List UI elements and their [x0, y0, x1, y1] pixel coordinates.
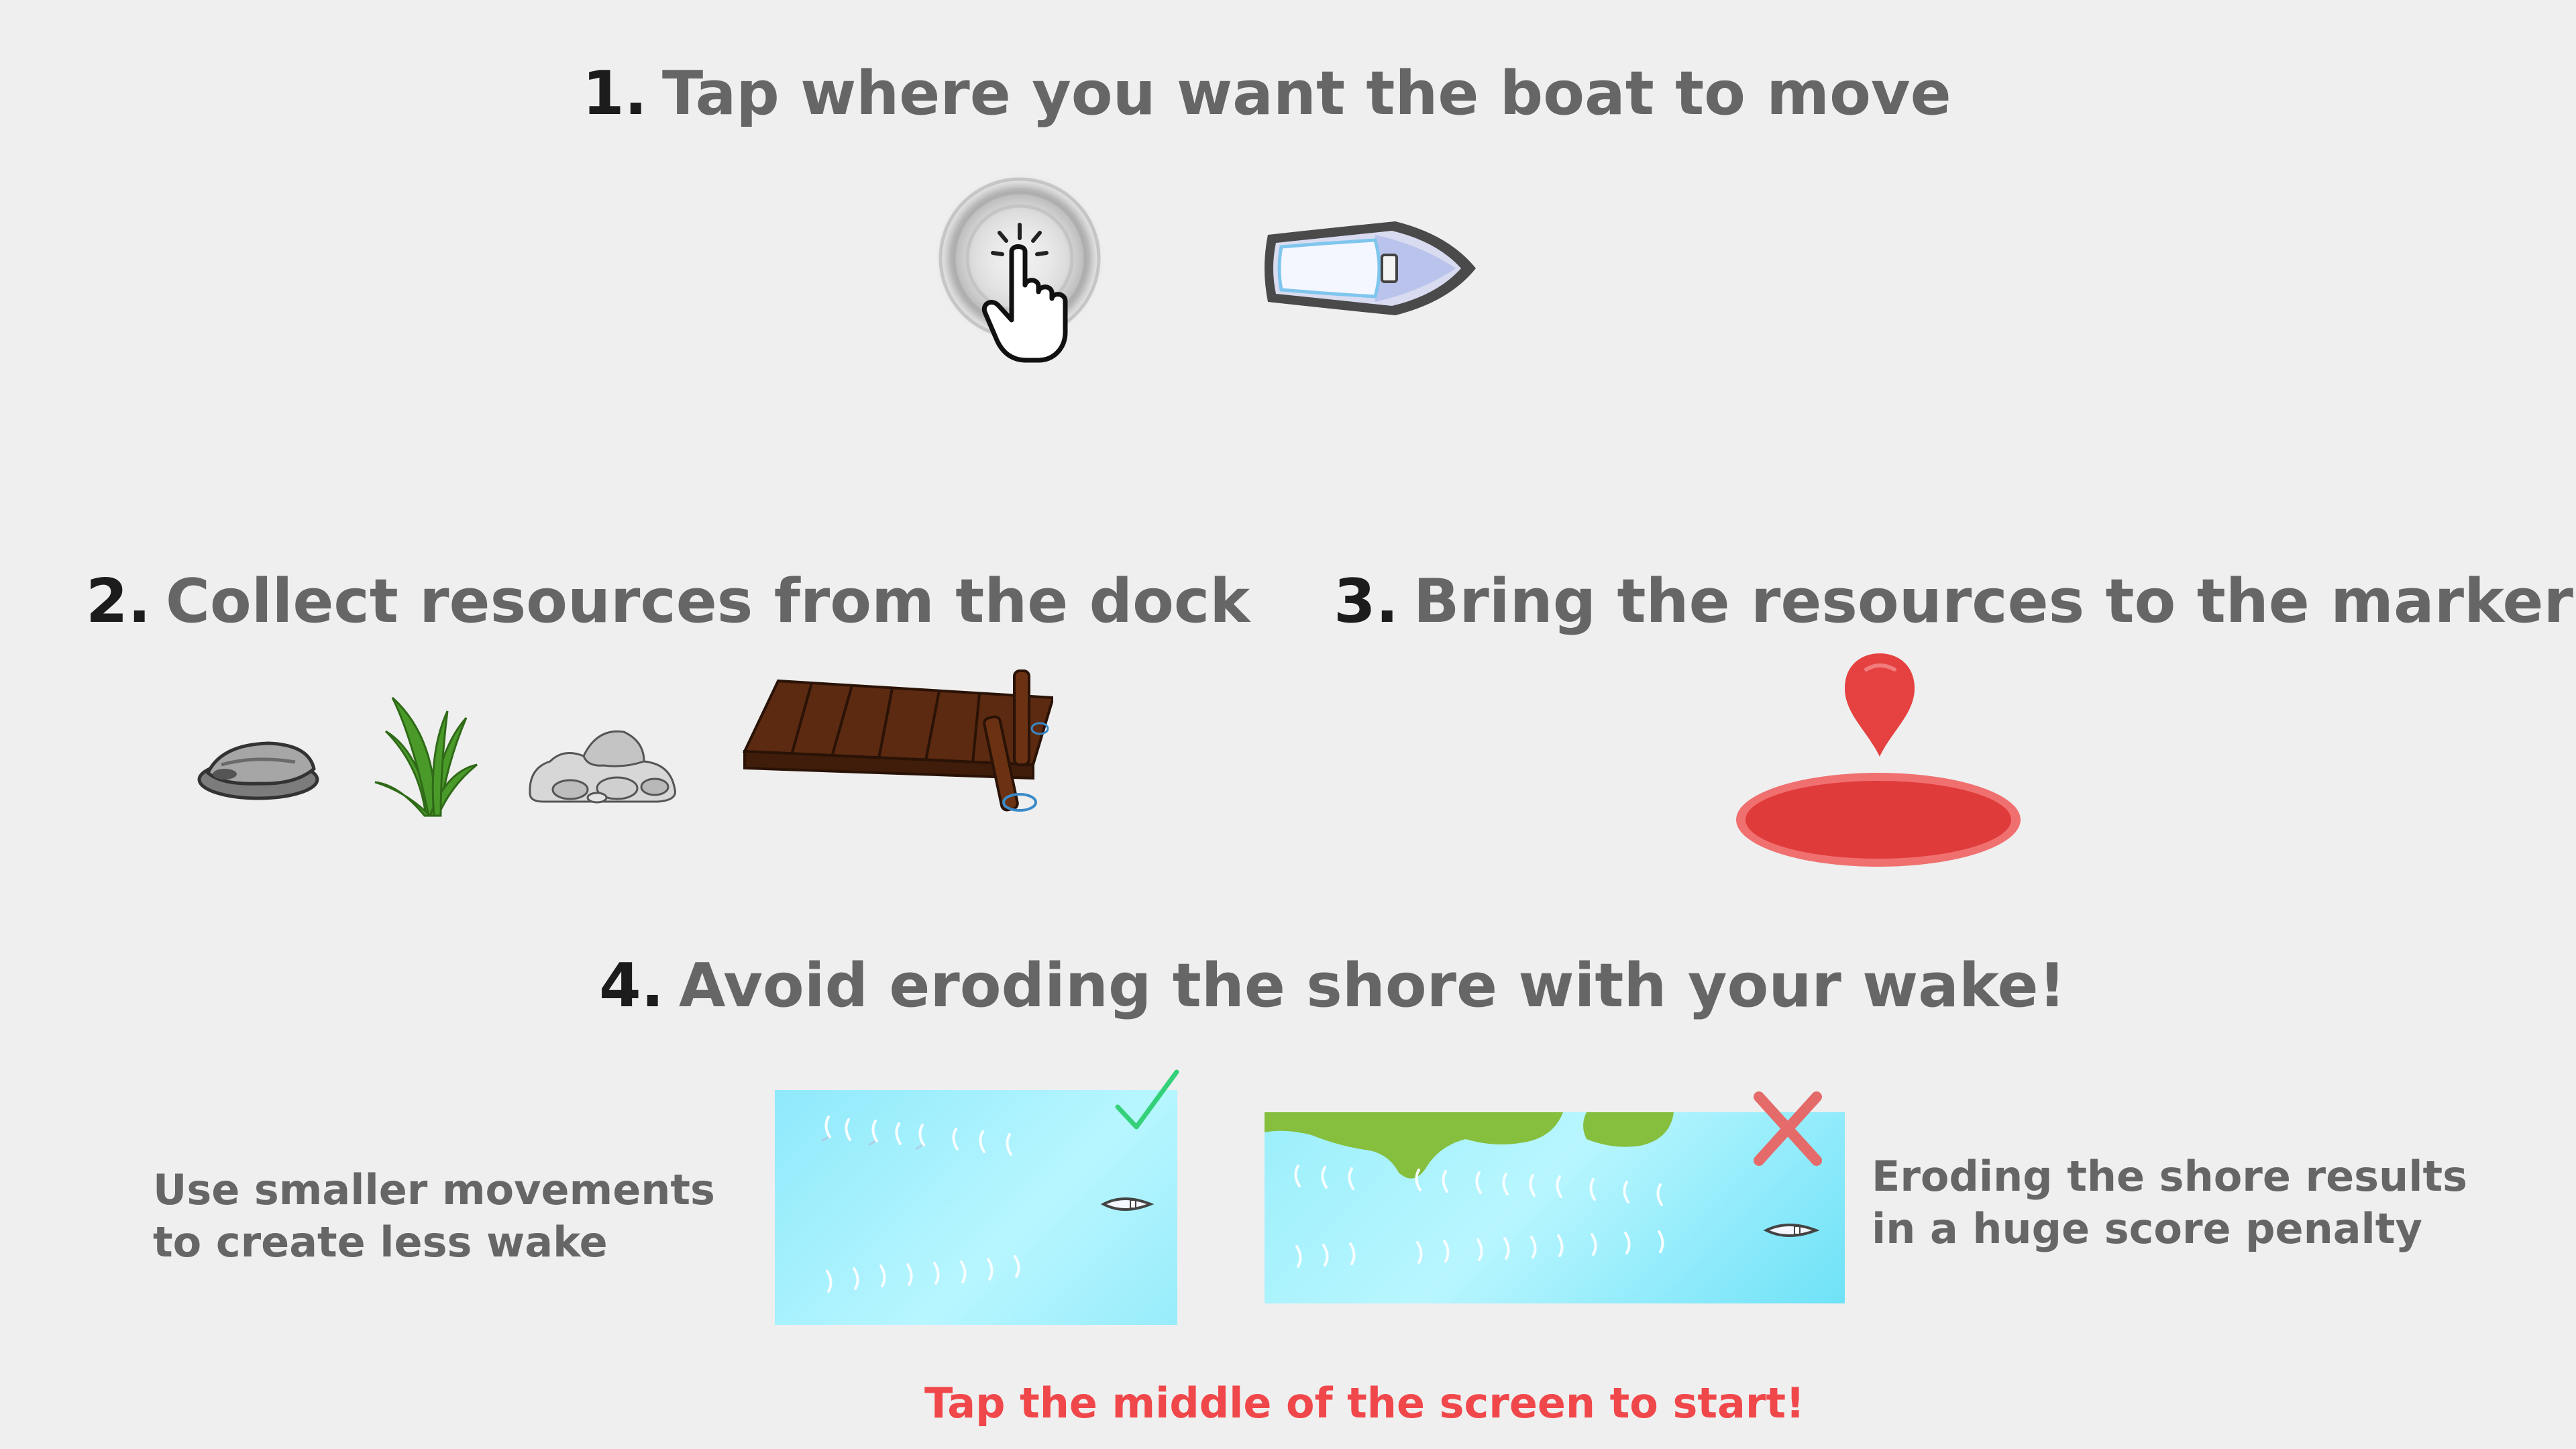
step-3-number: 3. [1334, 566, 1399, 637]
boat-icon [1254, 208, 1483, 329]
step-3-heading: 3. Bring the resources to the marker [1334, 572, 2573, 632]
step-3-text: Bring the resources to the marker [1413, 566, 2573, 637]
step-2-heading: 2. Collect resources from the dock [86, 572, 1250, 632]
step-2-text: Collect resources from the dock [165, 566, 1250, 637]
bad-tip-text: Eroding the shore results in a huge scor… [1872, 1152, 2467, 1253]
start-prompt[interactable]: Tap the middle of the screen to start! [924, 1379, 1805, 1428]
marker-pin-icon [1839, 649, 1920, 760]
step-1-number: 1. [582, 58, 647, 129]
step-1-heading: 1. Tap where you want the boat to move [582, 64, 1951, 124]
small-boat-icon [1100, 1197, 1155, 1211]
step-2-number: 2. [86, 566, 151, 637]
dock-icon [738, 664, 1053, 822]
marker-base-icon [1734, 771, 2023, 869]
tap-icon [932, 171, 1107, 366]
clam-icon [195, 731, 322, 805]
step-4-number: 4. [599, 951, 664, 1021]
good-tip-text: Use smaller movements to create less wak… [153, 1165, 715, 1267]
checkmark-icon [1114, 1067, 1181, 1134]
seagrass-icon [372, 691, 480, 818]
cross-icon [1751, 1090, 1825, 1167]
step-4-text: Avoid eroding the shore with your wake! [678, 951, 2066, 1021]
rocks-icon [523, 714, 684, 805]
small-boat-icon [1763, 1224, 1820, 1237]
step-4-heading: 4. Avoid eroding the shore with your wake… [599, 956, 2066, 1016]
step-1-text: Tap where you want the boat to move [661, 58, 1951, 129]
